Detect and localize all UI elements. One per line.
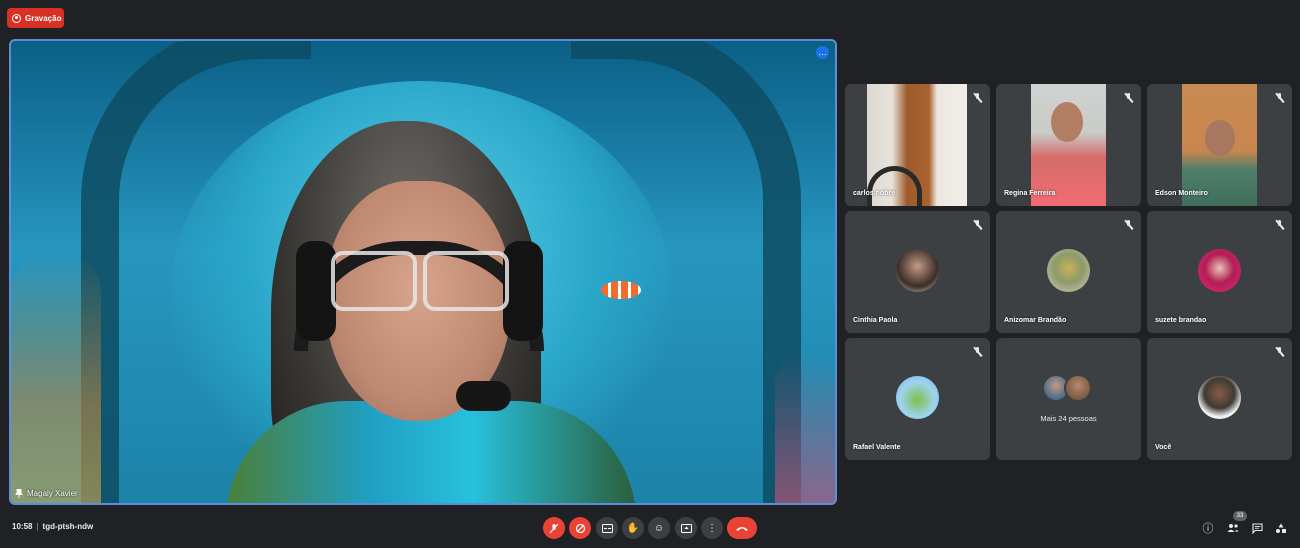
activities-button[interactable] — [1273, 520, 1289, 536]
camera-off-button[interactable] — [569, 517, 591, 539]
background-coral-left — [11, 253, 101, 503]
people-button[interactable] — [1225, 520, 1241, 536]
background-arch-right — [571, 41, 801, 503]
participant-tile-self[interactable]: Você — [1147, 338, 1292, 460]
participant-count-badge: 33 — [1233, 511, 1247, 521]
headset-mic — [456, 381, 511, 411]
mic-off-icon — [1275, 347, 1284, 357]
mic-off-icon — [973, 93, 982, 103]
meeting-info: 10:58 | tgd-ptsh-ndw — [12, 522, 93, 531]
mic-off-icon — [973, 347, 982, 357]
more-options-icon[interactable]: … — [816, 46, 829, 59]
main-video-label: Magaly Xavier — [15, 489, 78, 498]
present-screen-button[interactable] — [675, 517, 697, 539]
separator: | — [36, 522, 39, 531]
speaker-glasses — [331, 251, 509, 311]
participant-tile[interactable]: Cinthia Paola — [845, 211, 990, 333]
clownfish-graphic — [601, 281, 641, 299]
participant-name: Regina Ferreira — [1004, 190, 1056, 197]
mic-off-icon — [1124, 220, 1133, 230]
mic-off-button[interactable] — [543, 517, 565, 539]
main-video-tile[interactable]: … Magaly Xavier — [9, 39, 837, 505]
headset-earcup-right — [503, 241, 543, 341]
participant-name: Edson Monteiro — [1155, 190, 1208, 197]
participant-name: Rafael Valente — [853, 444, 901, 451]
overflow-avatars — [1042, 374, 1092, 402]
clock-time: 10:58 — [12, 522, 33, 531]
info-icon: ⓘ — [1202, 523, 1214, 535]
participant-name: carlos nobre — [853, 190, 896, 197]
headset-earcup-left — [296, 241, 336, 341]
recording-label: Gravação — [25, 13, 62, 23]
participant-face — [1051, 102, 1083, 142]
avatar — [1198, 376, 1241, 419]
participant-name: suzete brandao — [1155, 317, 1207, 324]
avatar — [896, 249, 939, 292]
mic-off-icon — [1275, 93, 1284, 103]
more-vert-icon: ⋮ — [707, 522, 717, 534]
mic-off-icon — [549, 523, 559, 533]
participant-name: Você — [1155, 444, 1172, 451]
speaker-name: Magaly Xavier — [27, 489, 78, 498]
mic-off-icon — [1275, 220, 1284, 230]
hang-up-button[interactable] — [727, 517, 757, 539]
avatar — [896, 376, 939, 419]
avatar — [1064, 374, 1092, 402]
pin-icon — [15, 489, 23, 498]
participant-tile[interactable]: Regina Ferreira — [996, 84, 1141, 206]
participant-tile[interactable]: carlos nobre — [845, 84, 990, 206]
avatar — [1047, 249, 1090, 292]
mic-off-icon — [973, 220, 982, 230]
camera-off-icon — [575, 523, 585, 533]
raise-hand-button[interactable]: ✋ — [622, 517, 644, 539]
participant-tile[interactable]: Anizomar Brandão — [996, 211, 1141, 333]
activities-icon — [1276, 523, 1286, 533]
participant-name: Anizomar Brandão — [1004, 317, 1067, 324]
recording-badge[interactable]: Gravação — [7, 8, 64, 28]
bottom-toolbar: 10:58 | tgd-ptsh-ndw ✋ ☺ ⋮ ⓘ 33 — [0, 510, 1300, 548]
participant-tile[interactable]: Edson Monteiro — [1147, 84, 1292, 206]
background-coral-right — [775, 353, 835, 503]
more-options-button[interactable]: ⋮ — [701, 517, 723, 539]
record-icon — [12, 13, 21, 23]
participant-tile[interactable]: Rafael Valente — [845, 338, 990, 460]
captions-button[interactable] — [596, 517, 618, 539]
participant-face — [1205, 120, 1235, 156]
present-screen-icon — [680, 523, 692, 533]
captions-icon — [601, 523, 613, 533]
chat-button[interactable] — [1249, 520, 1265, 536]
chat-icon — [1251, 522, 1263, 534]
avatar — [1198, 249, 1241, 292]
meeting-code: tgd-ptsh-ndw — [42, 522, 94, 531]
overflow-label: Mais 24 pessoas — [1040, 414, 1097, 423]
mic-off-icon — [1124, 93, 1133, 103]
participant-tile[interactable]: suzete brandao — [1147, 211, 1292, 333]
participant-name: Cinthia Paola — [853, 317, 898, 324]
raise-hand-icon: ✋ — [626, 522, 640, 534]
emoji-button[interactable]: ☺ — [648, 517, 670, 539]
overflow-participants-tile[interactable]: Mais 24 pessoas — [996, 338, 1141, 460]
hang-up-icon — [736, 526, 748, 531]
emoji-icon: ☺ — [653, 522, 665, 534]
meeting-details-button[interactable]: ⓘ — [1200, 520, 1216, 536]
people-icon — [1227, 524, 1239, 532]
